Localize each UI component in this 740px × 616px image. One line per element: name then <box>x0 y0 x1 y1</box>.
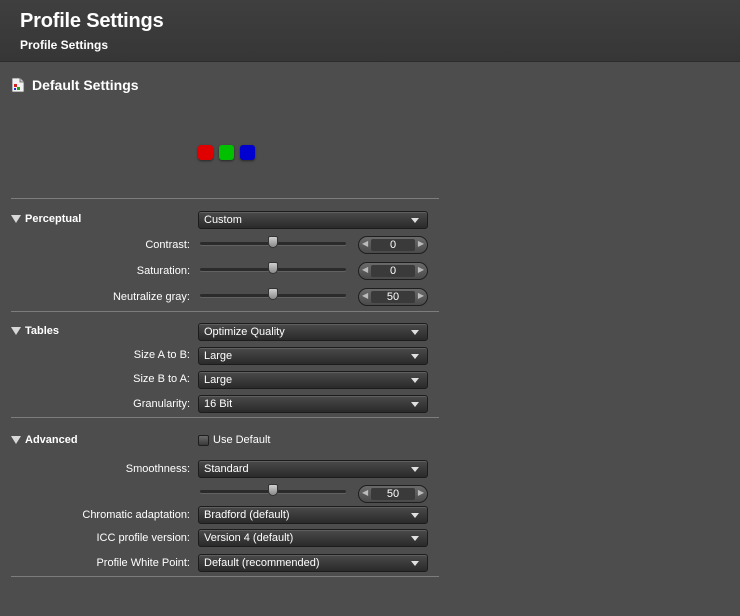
contrast-value[interactable]: 0 <box>371 239 415 251</box>
smoothness-popup[interactable]: Standard <box>198 460 428 478</box>
size-a-to-b-popup[interactable]: Large <box>198 347 428 365</box>
profile-white-point-popup[interactable]: Default (recommended) <box>198 554 428 572</box>
popup-value: Version 4 (default) <box>204 532 294 544</box>
saturation-label: Saturation: <box>136 265 190 277</box>
chevron-down-icon <box>411 536 419 541</box>
chevron-down-icon <box>411 402 419 407</box>
chromatic-adaptation-label: Chromatic adaptation: <box>82 509 190 521</box>
header-bar: Profile Settings Profile Settings <box>0 0 740 62</box>
neutralize-gray-value[interactable]: 50 <box>371 291 415 303</box>
disclosure-triangle-icon[interactable] <box>11 436 21 444</box>
document-icon <box>11 77 25 93</box>
perceptual-mode-popup[interactable]: Custom <box>198 211 428 229</box>
decrement-arrow-icon[interactable]: ◀ <box>362 239 368 248</box>
size-a-to-b-label: Size A to B: <box>133 349 190 361</box>
use-default-checkbox[interactable] <box>198 435 209 446</box>
smoothness-value[interactable]: 50 <box>371 488 415 500</box>
chromatic-adaptation-popup[interactable]: Bradford (default) <box>198 506 428 524</box>
neutralize-gray-label: Neutralize gray: <box>112 291 190 303</box>
neutralize-gray-stepper[interactable]: ◀ 50 ▶ <box>358 288 428 306</box>
red-swatch[interactable] <box>198 145 213 160</box>
use-default-label[interactable]: Use Default <box>213 434 270 446</box>
chevron-down-icon <box>411 513 419 518</box>
chevron-down-icon <box>411 330 419 335</box>
popup-value: Standard <box>204 463 249 475</box>
popup-value: Large <box>204 374 233 386</box>
divider <box>11 576 439 577</box>
profile-white-point-label: Profile White Point: <box>96 557 190 569</box>
divider <box>11 198 439 199</box>
popup-value: Bradford (default) <box>204 509 290 521</box>
increment-arrow-icon[interactable]: ▶ <box>418 265 424 274</box>
divider <box>11 311 439 312</box>
popup-value: Optimize Quality <box>204 326 285 338</box>
contrast-slider[interactable] <box>200 236 346 250</box>
increment-arrow-icon[interactable]: ▶ <box>418 488 424 497</box>
page-subtitle: Profile Settings <box>20 38 109 52</box>
disclosure-triangle-icon[interactable] <box>11 327 21 335</box>
contrast-label: Contrast: <box>145 239 190 251</box>
green-swatch[interactable] <box>219 145 234 160</box>
blue-swatch[interactable] <box>240 145 255 160</box>
icc-profile-version-label: ICC profile version: <box>96 532 190 544</box>
popup-value: Large <box>204 350 233 362</box>
increment-arrow-icon[interactable]: ▶ <box>418 291 424 300</box>
icc-profile-version-popup[interactable]: Version 4 (default) <box>198 529 428 547</box>
slider-knob[interactable] <box>268 236 278 248</box>
popup-value: 16 Bit <box>204 398 233 410</box>
size-b-to-a-popup[interactable]: Large <box>198 371 428 389</box>
slider-knob[interactable] <box>268 484 278 496</box>
tables-mode-popup[interactable]: Optimize Quality <box>198 323 428 341</box>
disclosure-triangle-icon[interactable] <box>11 215 21 223</box>
perceptual-label: Perceptual <box>25 213 82 225</box>
smoothness-label: Smoothness: <box>125 463 190 475</box>
tables-label: Tables <box>25 325 60 337</box>
saturation-stepper[interactable]: ◀ 0 ▶ <box>358 262 428 280</box>
popup-value: Default (recommended) <box>204 557 320 569</box>
smoothness-slider[interactable] <box>200 484 346 498</box>
neutralize-gray-slider[interactable] <box>200 288 346 302</box>
slider-knob[interactable] <box>268 288 278 300</box>
chevron-down-icon <box>411 218 419 223</box>
decrement-arrow-icon[interactable]: ◀ <box>362 265 368 274</box>
granularity-popup[interactable]: 16 Bit <box>198 395 428 413</box>
divider <box>11 417 439 418</box>
chevron-down-icon <box>411 378 419 383</box>
increment-arrow-icon[interactable]: ▶ <box>418 239 424 248</box>
saturation-slider[interactable] <box>200 262 346 276</box>
saturation-value[interactable]: 0 <box>371 265 415 277</box>
chevron-down-icon <box>411 354 419 359</box>
decrement-arrow-icon[interactable]: ◀ <box>362 291 368 300</box>
granularity-label: Granularity: <box>133 398 190 410</box>
size-b-to-a-label: Size B to A: <box>133 373 190 385</box>
decrement-arrow-icon[interactable]: ◀ <box>362 488 368 497</box>
chevron-down-icon <box>411 467 419 472</box>
page-title: Profile Settings <box>20 10 164 32</box>
slider-knob[interactable] <box>268 262 278 274</box>
chevron-down-icon <box>411 561 419 566</box>
section-title: Default Settings <box>32 77 139 93</box>
popup-value: Custom <box>204 214 242 226</box>
advanced-label: Advanced <box>25 434 78 446</box>
contrast-stepper[interactable]: ◀ 0 ▶ <box>358 236 428 254</box>
smoothness-stepper[interactable]: ◀ 50 ▶ <box>358 485 428 503</box>
